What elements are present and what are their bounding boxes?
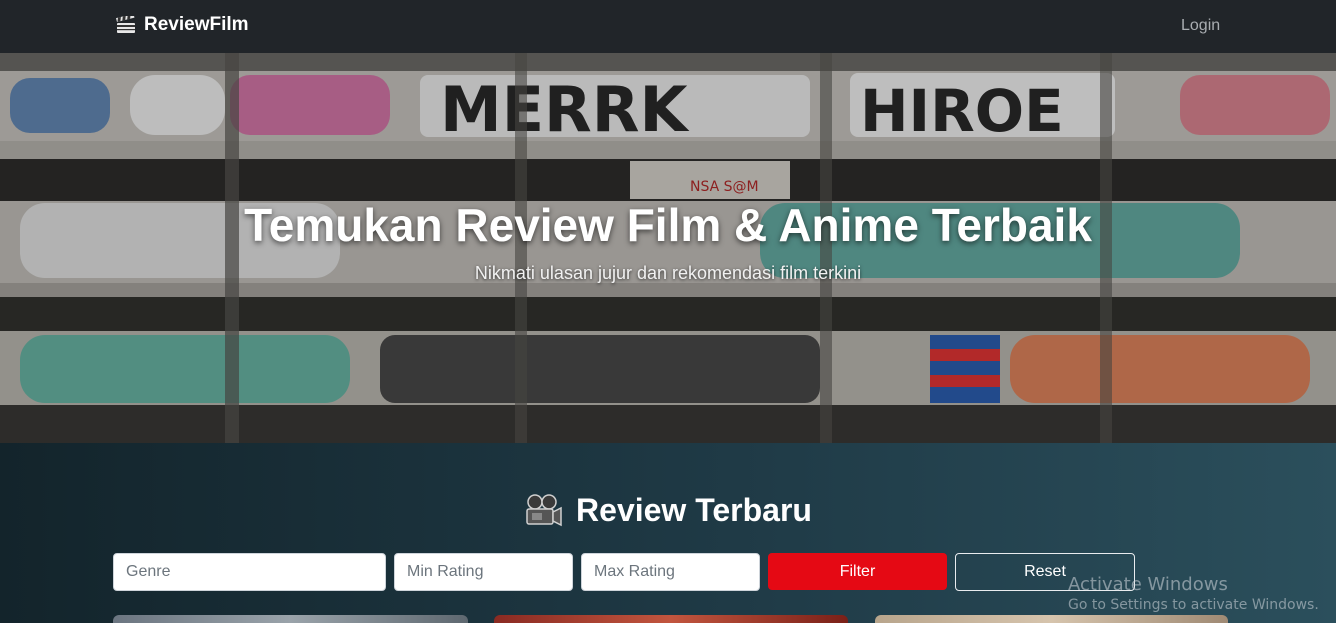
movie-camera-icon <box>526 493 562 526</box>
review-card[interactable] <box>494 615 848 623</box>
windows-activation-watermark: Activate Windows Go to Settings to activ… <box>1068 574 1319 613</box>
hero-banner: MERRK HIROE NSA S@M Temukan Review Film … <box>0 53 1336 443</box>
brand-name: ReviewFilm <box>144 14 249 35</box>
min-rating-input[interactable] <box>394 553 573 591</box>
navbar: ReviewFilm Login <box>0 0 1336 53</box>
filter-button[interactable]: Filter <box>768 553 947 590</box>
brand-link[interactable]: ReviewFilm <box>116 14 249 36</box>
review-card[interactable] <box>875 615 1228 623</box>
section-title: Review Terbaru <box>576 492 812 528</box>
login-link[interactable]: Login <box>1181 17 1220 35</box>
watermark-subtitle: Go to Settings to activate Windows. <box>1068 597 1319 613</box>
hero-subtitle: Nikmati ulasan jujur dan rekomendasi fil… <box>474 263 862 283</box>
clapperboard-icon <box>116 16 135 33</box>
section-heading: Review Terbaru <box>0 492 1336 529</box>
watermark-title: Activate Windows <box>1068 574 1228 595</box>
genre-input[interactable] <box>113 553 386 591</box>
review-card[interactable] <box>113 615 468 623</box>
hero-title: Temukan Review Film & Anime Terbaik <box>244 199 1092 251</box>
max-rating-input[interactable] <box>581 553 760 591</box>
